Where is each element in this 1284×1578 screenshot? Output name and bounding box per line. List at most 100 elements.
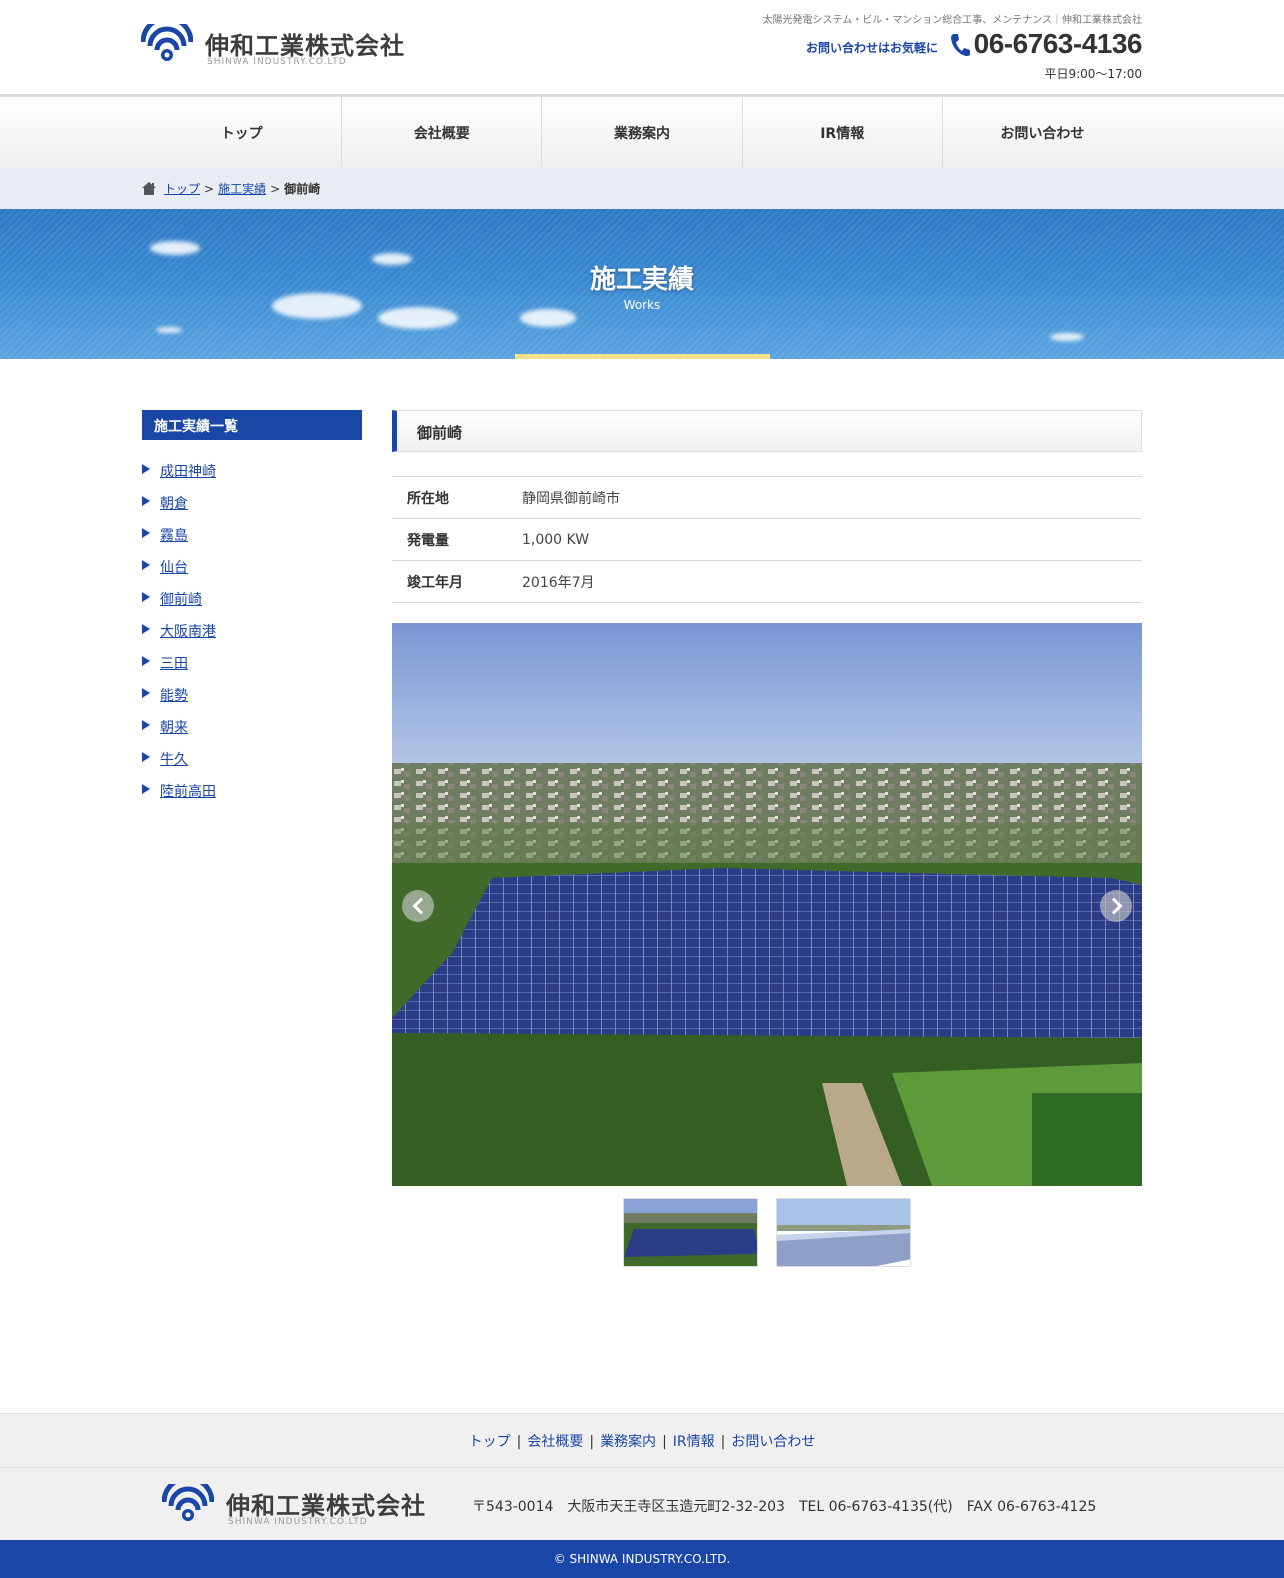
page-subtitle: Works [623, 298, 661, 312]
wifi-logo-icon [162, 1484, 214, 1521]
sidebar-item: 牛久 [142, 749, 362, 781]
logo-name: 伸和工業株式会社 [205, 32, 405, 60]
breadcrumb: トップ > 施工実績 > 御前崎 [0, 168, 1284, 209]
sidebar-item: 朝来 [142, 717, 362, 749]
breadcrumb-separator: > [204, 181, 215, 196]
footer-logo[interactable]: 伸和工業株式会社 SHINWA INDUSTRY.CO.LTD [162, 1482, 425, 1528]
phone-icon [951, 34, 970, 56]
sidebar-works-list: 成田神崎 朝倉 霧島 仙台 御前崎 大阪南港 三田 能勢 朝来 牛久 陸前高田 [142, 461, 362, 813]
work-spec-table: 所在地 静岡県御前崎市 発電量 1,000 KW 竣工年月 2016年7月 [392, 476, 1142, 603]
footer-info: 伸和工業株式会社 SHINWA INDUSTRY.CO.LTD 〒543-001… [0, 1468, 1284, 1540]
sidebar-link[interactable]: 牛久 [160, 749, 188, 769]
sidebar-item: 大阪南港 [142, 621, 362, 653]
solar-farm-thumbnail [624, 1199, 757, 1266]
work-heading: 御前崎 [392, 410, 1142, 452]
slider-prev-button[interactable] [402, 890, 434, 922]
sidebar-item: 陸前高田 [142, 781, 362, 813]
company-logo[interactable]: 伸和工業株式会社 SHINWA INDUSTRY.CO.LTD [141, 22, 404, 68]
cloud-decoration [1050, 333, 1084, 341]
spec-value: 1,000 KW [522, 531, 590, 548]
sidebar-link[interactable]: 朝倉 [160, 493, 188, 513]
triangle-bullet-icon [142, 560, 150, 570]
sidebar-link[interactable]: 三田 [160, 653, 188, 673]
spec-value: 2016年7月 [522, 574, 595, 591]
thumbnail-2[interactable] [776, 1198, 911, 1267]
footer-logo-subtitle: SHINWA INDUSTRY.CO.LTD [228, 1517, 368, 1527]
nav-item-ir[interactable]: IR情報 [743, 97, 943, 168]
home-icon [142, 182, 156, 195]
footer-link-top[interactable]: トップ [469, 1434, 511, 1450]
sidebar-link[interactable]: 大阪南港 [160, 621, 216, 641]
sidebar-link[interactable]: 朝来 [160, 717, 188, 737]
sidebar-item: 朝倉 [142, 493, 362, 525]
page-hero-banner: 施工実績 Works [0, 209, 1284, 359]
triangle-bullet-icon [142, 496, 150, 506]
triangle-bullet-icon [142, 624, 150, 634]
footer-link-company[interactable]: 会社概要 [527, 1434, 583, 1450]
footer-link-services[interactable]: 業務案内 [600, 1434, 656, 1450]
company-address: 〒543-0014 大阪市天王寺区玉造元町2-32-203 TEL 06-676… [472, 1499, 1097, 1515]
sidebar-link[interactable]: 仙台 [160, 557, 188, 577]
copyright: © SHINWA INDUSTRY.CO.LTD. [0, 1540, 1284, 1578]
footer-nav-separator: | [720, 1434, 726, 1450]
slider-next-button[interactable] [1100, 890, 1132, 922]
triangle-bullet-icon [142, 720, 150, 730]
sidebar-link[interactable]: 能勢 [160, 685, 188, 705]
nav-item-services[interactable]: 業務案内 [542, 97, 743, 168]
footer-nav-separator: | [589, 1434, 595, 1450]
site-header: 伸和工業株式会社 SHINWA INDUSTRY.CO.LTD 太陽光発電システ… [0, 0, 1284, 97]
page-title: 施工実績 [589, 265, 694, 295]
footer-nav-separator: | [516, 1434, 522, 1450]
photo-slider [392, 623, 1142, 1186]
triangle-bullet-icon [142, 656, 150, 666]
triangle-bullet-icon [142, 688, 150, 698]
sidebar-heading: 施工実績一覧 [142, 410, 362, 440]
sidebar-link[interactable]: 霧島 [160, 525, 188, 545]
footer-link-ir[interactable]: IR情報 [673, 1434, 715, 1450]
footer-nav-separator: | [662, 1434, 667, 1450]
photo-thumbnails [623, 1198, 911, 1267]
spec-label: 所在地 [407, 490, 449, 507]
contact-lead: お問い合わせはお気軽に [806, 41, 939, 55]
logo-subtitle: SHINWA INDUSTRY.CO.LTD [207, 57, 347, 67]
hero-accent-bar [515, 354, 770, 359]
business-hours: 平日9:00～17:00 [1044, 67, 1142, 81]
nav-item-contact[interactable]: お問い合わせ [943, 97, 1142, 168]
table-row: 発電量 1,000 KW [392, 518, 1142, 561]
triangle-bullet-icon [142, 528, 150, 538]
table-row: 所在地 静岡県御前崎市 [392, 476, 1142, 519]
triangle-bullet-icon [142, 784, 150, 794]
spec-label: 発電量 [407, 532, 449, 549]
breadcrumb-link-top[interactable]: トップ [164, 180, 200, 197]
global-nav: トップ 会社概要 業務案内 IR情報 お問い合わせ [0, 97, 1284, 168]
nav-item-top[interactable]: トップ [142, 97, 343, 168]
breadcrumb-current: 御前崎 [284, 182, 321, 196]
solar-panels-thumbnail [777, 1199, 910, 1266]
footer-link-contact[interactable]: お問い合わせ [731, 1434, 815, 1450]
sidebar-item: 成田神崎 [142, 461, 362, 493]
sidebar-item: 霧島 [142, 525, 362, 557]
wifi-logo-icon [141, 24, 193, 61]
sidebar-item: 三田 [142, 653, 362, 685]
table-row: 竣工年月 2016年7月 [392, 560, 1142, 603]
phone-number[interactable]: 06-6763-4136 [974, 28, 1143, 60]
spec-value: 静岡県御前崎市 [522, 490, 620, 507]
sidebar-link[interactable]: 成田神崎 [160, 461, 216, 481]
sidebar-link[interactable]: 陸前高田 [160, 781, 216, 801]
breadcrumb-link-works[interactable]: 施工実績 [218, 180, 266, 197]
sidebar-link[interactable]: 御前崎 [160, 589, 202, 609]
triangle-bullet-icon [142, 752, 150, 762]
thumbnail-1[interactable] [623, 1198, 758, 1267]
sidebar-item: 仙台 [142, 557, 362, 589]
cloud-decoration [156, 327, 182, 333]
triangle-bullet-icon [142, 592, 150, 602]
breadcrumb-separator: > [270, 181, 281, 196]
solar-farm-photo [392, 623, 1142, 1186]
sidebar-item: 御前崎 [142, 589, 362, 621]
site-tagline: 太陽光発電システム・ビル・マンション総合工事、メンテナンス｜伸和工業株式会社 [762, 15, 1143, 26]
footer-logo-name: 伸和工業株式会社 [226, 1492, 426, 1520]
footer-nav: トップ | 会社概要 | 業務案内 | IR情報 | お問い合わせ [0, 1413, 1284, 1468]
cloud-decoration [150, 241, 200, 255]
nav-item-company[interactable]: 会社概要 [342, 97, 543, 168]
triangle-bullet-icon [142, 464, 150, 474]
